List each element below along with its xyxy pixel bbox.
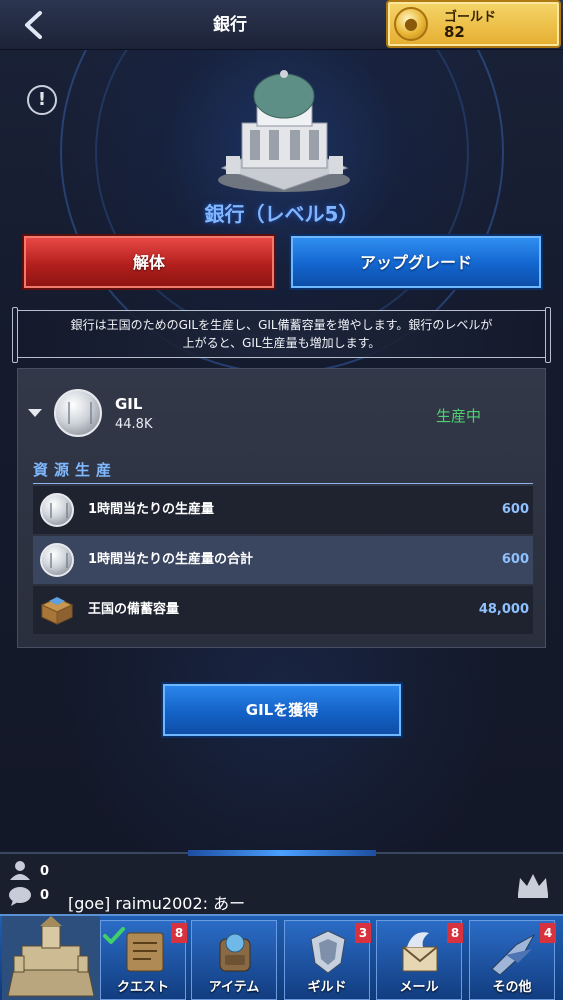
table-row: 1時間当たりの生産量の合計 600: [33, 536, 533, 584]
row-label: 1時間当たりの生産量の合計: [88, 552, 254, 567]
chat-handle[interactable]: [188, 850, 376, 856]
checkmark-icon: [103, 927, 125, 944]
production-status: 生産中: [436, 407, 482, 425]
chat-bubble-icon: [9, 887, 31, 906]
nav-item-mail[interactable]: 8 メール: [376, 920, 463, 1000]
row-label: 王国の備蓄容量: [88, 602, 180, 617]
storage-box-icon: [40, 597, 74, 625]
gil-coin-icon: [54, 389, 102, 437]
nav-item-item[interactable]: アイテム: [191, 920, 277, 1000]
description-right-cap: [545, 307, 551, 363]
gold-counter[interactable]: ● ゴールド 82: [386, 0, 561, 48]
building-title: 銀行（レベル5）: [204, 202, 359, 226]
other-blade-icon: [491, 933, 536, 975]
chat-bar[interactable]: 0 0 [goe] raimu2002: あー: [0, 850, 563, 914]
nav-label-quest: クエスト: [116, 980, 169, 995]
header-bar: 銀行 ● ゴールド 82: [0, 0, 563, 50]
section-divider: [33, 483, 533, 484]
nav-item-other[interactable]: 4 その他: [469, 920, 556, 1000]
nav-label-other: その他: [492, 980, 532, 995]
message-count: 0: [40, 888, 50, 903]
crown-icon[interactable]: [516, 872, 550, 898]
online-count: 0: [40, 864, 50, 879]
gold-value: 82: [444, 23, 465, 41]
quest-badge: 8: [171, 923, 187, 943]
kingdom-castle-icon[interactable]: [2, 916, 100, 1000]
chat-message: [goe] raimu2002: あー: [68, 894, 246, 913]
description-left-cap: [12, 307, 18, 363]
back-button[interactable]: [18, 10, 48, 40]
description-line-2: 上がると、GIL生産量も増加します。: [182, 336, 381, 350]
gil-coin-icon: [40, 493, 74, 527]
upgrade-button[interactable]: アップグレード: [291, 236, 541, 288]
guild-badge: 3: [355, 923, 371, 943]
bank-building-icon: [218, 70, 350, 192]
nav-label-guild: ギルド: [307, 980, 347, 995]
collapse-triangle-icon[interactable]: [28, 409, 42, 417]
building-description: 銀行は王国のためのGILを生産し、GIL備蓄容量を増やします。銀行のレベルが 上…: [12, 307, 551, 363]
row-value: 600: [501, 552, 529, 567]
gil-coin-icon: [40, 543, 74, 577]
row-value: 600: [501, 502, 529, 517]
section-title: 資源生産: [33, 461, 118, 479]
mail-badge: 8: [447, 923, 463, 943]
person-icon: [10, 861, 30, 880]
row-value: 48,000: [478, 602, 529, 617]
description-line-1: 銀行は王国のためのGILを生産し、GIL備蓄容量を増やします。銀行のレベルが: [70, 318, 493, 332]
resource-panel: GIL 44.8K 生産中 資源生産 1時間当たりの生産量 600 1時間当たり…: [17, 368, 546, 648]
page-title: 銀行: [213, 15, 247, 35]
nav-label-item: アイテム: [208, 980, 260, 995]
get-gil-button[interactable]: GILを獲得: [163, 684, 401, 736]
chevron-left-icon: [25, 11, 42, 39]
resource-name: GIL: [115, 395, 143, 413]
resource-amount: 44.8K: [115, 417, 153, 432]
dismantle-button[interactable]: 解体: [24, 236, 274, 288]
backpack-icon: [219, 933, 251, 972]
table-row: 王国の備蓄容量 48,000: [33, 586, 533, 634]
nav-item-guild[interactable]: 3 ギルド: [284, 920, 371, 1000]
other-badge: 4: [540, 923, 556, 943]
table-row: 1時間当たりの生産量 600: [33, 486, 533, 534]
mail-wing-icon: [402, 932, 438, 972]
info-icon[interactable]: !: [27, 85, 57, 115]
gold-coin-icon: ●: [394, 7, 428, 41]
row-label: 1時間当たりの生産量: [88, 502, 215, 517]
guild-crest-icon: [310, 930, 346, 974]
nav-label-mail: メール: [399, 980, 439, 995]
